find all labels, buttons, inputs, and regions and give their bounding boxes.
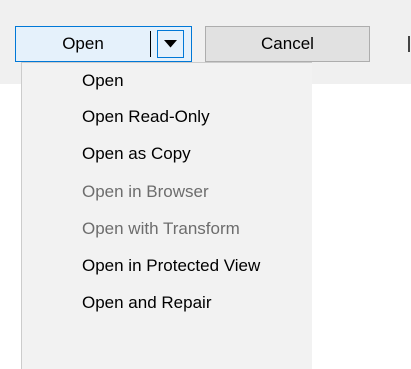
window-edge-marker [408, 36, 410, 52]
open-split-button[interactable]: Open [15, 26, 192, 62]
menu-item-open-with-transform: Open with Transform [82, 218, 240, 238]
dropdown-arrow-icon [164, 40, 177, 48]
menu-item-open-read-only[interactable]: Open Read-Only [22, 99, 312, 134]
open-dropdown-toggle[interactable] [157, 30, 184, 58]
menu-item-open-in-browser: Open in Browser [82, 181, 209, 201]
split-button-divider [150, 31, 151, 57]
menu-item-open-as-copy[interactable]: Open as Copy [22, 136, 312, 171]
open-options-menu: Open Open Read-Only Open as Copy Open in… [21, 62, 312, 369]
menu-item-open[interactable]: Open [22, 63, 312, 98]
cancel-button[interactable]: Cancel [205, 26, 370, 62]
open-button[interactable]: Open [16, 27, 150, 61]
menu-item-open-in-protected-view[interactable]: Open in Protected View [22, 248, 312, 283]
menu-item-open-and-repair[interactable]: Open and Repair [22, 285, 312, 320]
